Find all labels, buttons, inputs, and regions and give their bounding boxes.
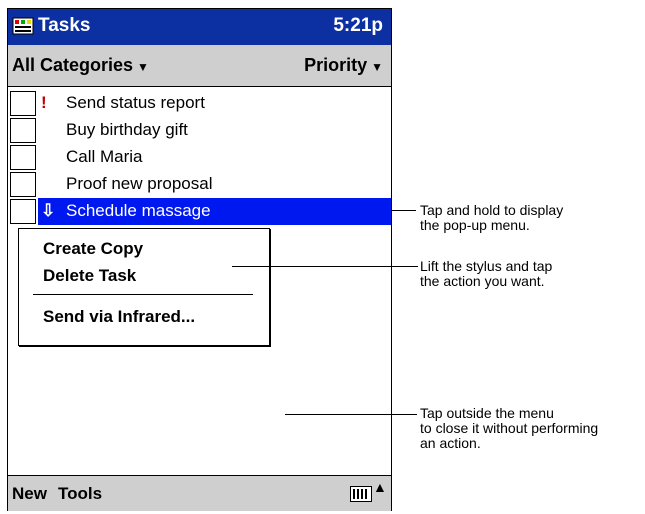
send-via-infrared-menu-item[interactable]: Send via Infrared... [43, 307, 195, 327]
tasks-app-icon[interactable] [12, 16, 34, 36]
task-row-selected[interactable]: ⇩ Schedule massage [8, 198, 391, 225]
task-label: Schedule massage [66, 201, 211, 220]
category-label: All Categories [12, 55, 134, 75]
callout-text: an action. [420, 435, 481, 451]
input-panel-arrow-icon[interactable]: ▲ [373, 479, 387, 495]
menu-separator [33, 294, 253, 295]
keyboard-icon[interactable] [350, 486, 372, 502]
task-row[interactable]: Proof new proposal [8, 171, 391, 198]
callout-text: Tap and hold to display [420, 202, 564, 218]
task-label: Buy birthday gift [66, 120, 188, 139]
callout-tap-outside: Tap outside the menu to close it without… [420, 406, 598, 451]
task-checkbox[interactable] [10, 145, 36, 170]
dropdown-arrow-icon: ▼ [137, 60, 149, 74]
low-priority-icon: ⇩ [41, 201, 56, 220]
callout-text: to close it without performing [420, 420, 599, 436]
filter-bar: All Categories ▼ Priority ▼ [8, 45, 391, 87]
delete-task-menu-item[interactable]: Delete Task [43, 266, 136, 286]
create-copy-menu-item[interactable]: Create Copy [43, 239, 143, 259]
callout-text: the action you want. [420, 273, 545, 289]
new-button[interactable]: New [12, 484, 47, 504]
tasks-window: Tasks 5:21p All Categories ▼ Priority ▼ ! … [7, 8, 392, 511]
task-checkbox[interactable] [10, 118, 36, 143]
tools-menu[interactable]: Tools [58, 484, 102, 504]
task-checkbox[interactable] [10, 172, 36, 197]
app-title: Tasks [38, 15, 91, 36]
callout-line [232, 266, 418, 267]
title-bar: Tasks 5:21p [8, 9, 391, 45]
callout-text: the pop-up menu. [420, 217, 530, 233]
callout-tap-hold: Tap and hold to display the pop-up menu. [420, 203, 563, 233]
callout-line [285, 414, 417, 415]
clock[interactable]: 5:21p [333, 15, 383, 37]
command-bar: New Tools ▲ [8, 475, 391, 511]
task-label: Send status report [66, 93, 205, 112]
task-row[interactable]: Call Maria [8, 144, 391, 171]
task-checkbox[interactable] [10, 91, 36, 116]
keyboard-keys [353, 489, 369, 499]
dropdown-arrow-icon: ▼ [371, 60, 383, 74]
task-label: Call Maria [66, 147, 143, 166]
task-label: Proof new proposal [66, 174, 213, 193]
callout-text: Lift the stylus and tap [420, 258, 553, 274]
callout-line [392, 210, 416, 211]
callout-lift-stylus: Lift the stylus and tap the action you w… [420, 259, 552, 289]
task-row[interactable]: Buy birthday gift [8, 117, 391, 144]
high-priority-icon: ! [41, 93, 47, 112]
popup-menu: Create Copy Delete Task Send via Infrare… [18, 228, 270, 346]
sort-dropdown[interactable]: Priority ▼ [304, 55, 383, 76]
category-dropdown[interactable]: All Categories ▼ [12, 55, 149, 76]
task-checkbox[interactable] [10, 199, 36, 224]
callout-text: Tap outside the menu [420, 405, 554, 421]
task-row[interactable]: ! Send status report [8, 90, 391, 117]
sort-label: Priority [304, 55, 368, 75]
